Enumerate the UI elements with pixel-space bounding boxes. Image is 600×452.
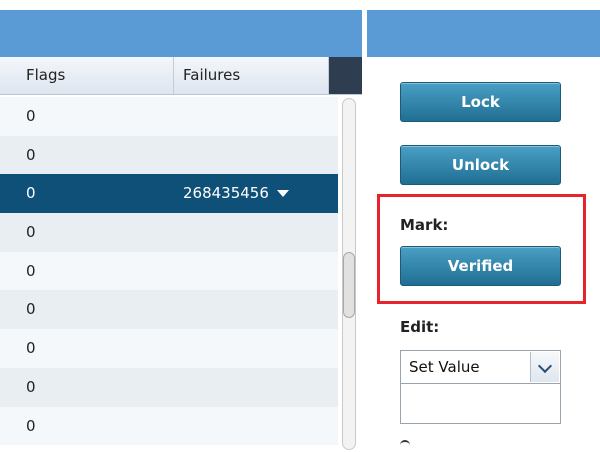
verified-button[interactable]: Verified bbox=[400, 246, 561, 286]
cell-flags: 0 bbox=[26, 300, 36, 319]
cell-failures-dropdown[interactable]: 268435456 bbox=[183, 184, 289, 202]
chevron-down-icon bbox=[537, 358, 553, 374]
records-grid-panel: Flags Failures 0 0 0 268435456 0 0 0 0 0… bbox=[0, 0, 362, 450]
grid-title-bar bbox=[0, 10, 362, 57]
edit-label: Edit: bbox=[400, 318, 440, 336]
table-row[interactable]: 0 bbox=[0, 97, 338, 136]
grid-header: Flags Failures bbox=[0, 57, 362, 95]
table-row[interactable]: 0 bbox=[0, 329, 338, 368]
cell-flags: 0 bbox=[26, 377, 36, 396]
table-row[interactable]: 0 bbox=[0, 135, 338, 175]
cell-flags: 0 bbox=[26, 339, 36, 358]
grid-scrollbar-thumb[interactable] bbox=[343, 252, 355, 318]
edit-mode-select-value: Set Value bbox=[409, 358, 480, 376]
actions-title-bar bbox=[367, 10, 600, 57]
caret-down-icon[interactable] bbox=[276, 190, 289, 198]
table-row[interactable]: 0 bbox=[0, 213, 338, 252]
cell-flags: 0 bbox=[26, 107, 36, 125]
table-row[interactable]: 0 bbox=[0, 406, 338, 446]
column-header-flags[interactable]: Flags bbox=[0, 57, 174, 94]
cell-flags: 0 bbox=[26, 261, 36, 280]
actions-panel: Lock Unlock Mark: Verified Edit: Set Val… bbox=[367, 0, 600, 450]
cell-flags: 0 bbox=[26, 223, 36, 242]
cell-failures-value: 268435456 bbox=[183, 184, 269, 203]
lock-button[interactable]: Lock bbox=[400, 82, 561, 122]
column-header-filler bbox=[329, 57, 362, 94]
cell-flags: 0 bbox=[26, 145, 36, 164]
mark-label: Mark: bbox=[400, 216, 449, 234]
table-row-selected[interactable]: 0 268435456 bbox=[0, 174, 338, 214]
table-row[interactable]: 0 bbox=[0, 367, 338, 407]
truncated-label-glyph bbox=[400, 440, 410, 452]
table-row[interactable]: 0 bbox=[0, 251, 338, 291]
table-row[interactable]: 0 bbox=[0, 290, 338, 330]
cell-flags: 0 bbox=[26, 416, 36, 435]
unlock-button[interactable]: Unlock bbox=[400, 145, 561, 185]
edit-mode-select[interactable]: Set Value bbox=[400, 350, 561, 384]
grid-rows: 0 0 0 268435456 0 0 0 0 0 0 bbox=[0, 97, 338, 446]
column-header-failures[interactable]: Failures bbox=[174, 57, 329, 94]
edit-value-input[interactable] bbox=[400, 384, 561, 424]
cell-flags: 0 bbox=[26, 184, 36, 203]
select-dropdown-button[interactable] bbox=[530, 352, 559, 382]
